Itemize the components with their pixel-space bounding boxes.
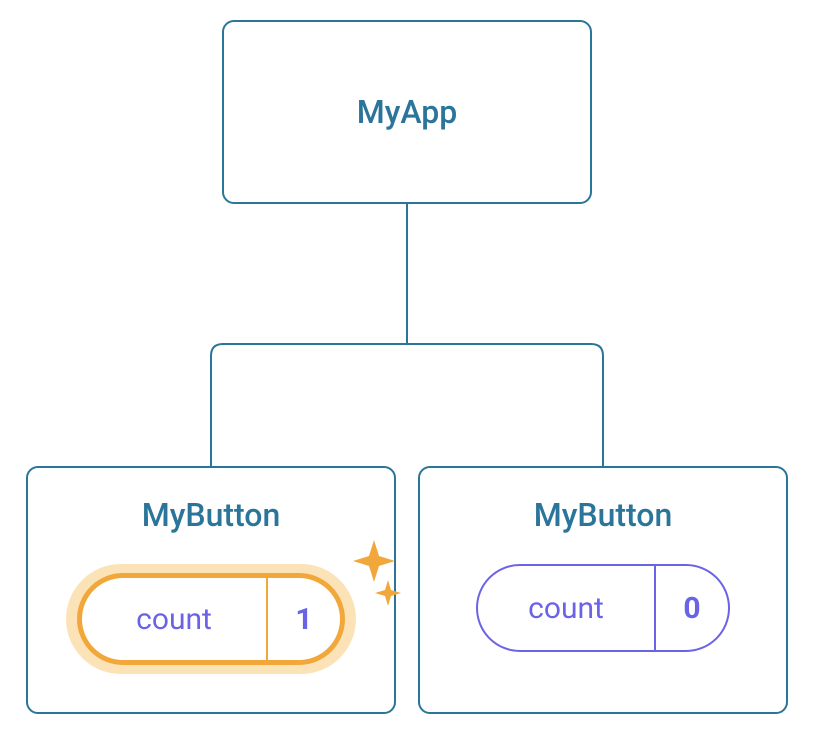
state-pill: count 0 bbox=[476, 564, 730, 652]
state-label: count bbox=[478, 591, 654, 626]
state-label: count bbox=[82, 602, 266, 637]
state-pill-wrapper: count 0 bbox=[476, 564, 730, 652]
state-pill-highlighted: count 1 bbox=[77, 573, 345, 665]
child-component-node-right: MyButton count 0 bbox=[418, 466, 788, 714]
child-component-label: MyButton bbox=[142, 496, 281, 534]
state-value: 0 bbox=[656, 591, 728, 626]
state-pill-glow: count 1 bbox=[66, 564, 356, 674]
sparkle-icon bbox=[334, 534, 404, 624]
root-component-node: MyApp bbox=[222, 20, 592, 204]
state-pill-highlighted-wrapper: count 1 bbox=[66, 564, 356, 674]
child-component-node-left: MyButton count 1 bbox=[26, 466, 396, 714]
root-component-label: MyApp bbox=[357, 93, 458, 131]
state-value: 1 bbox=[268, 602, 340, 637]
component-tree-diagram: MyApp MyButton count 1 MyButton count bbox=[0, 0, 814, 734]
child-component-label: MyButton bbox=[534, 496, 673, 534]
